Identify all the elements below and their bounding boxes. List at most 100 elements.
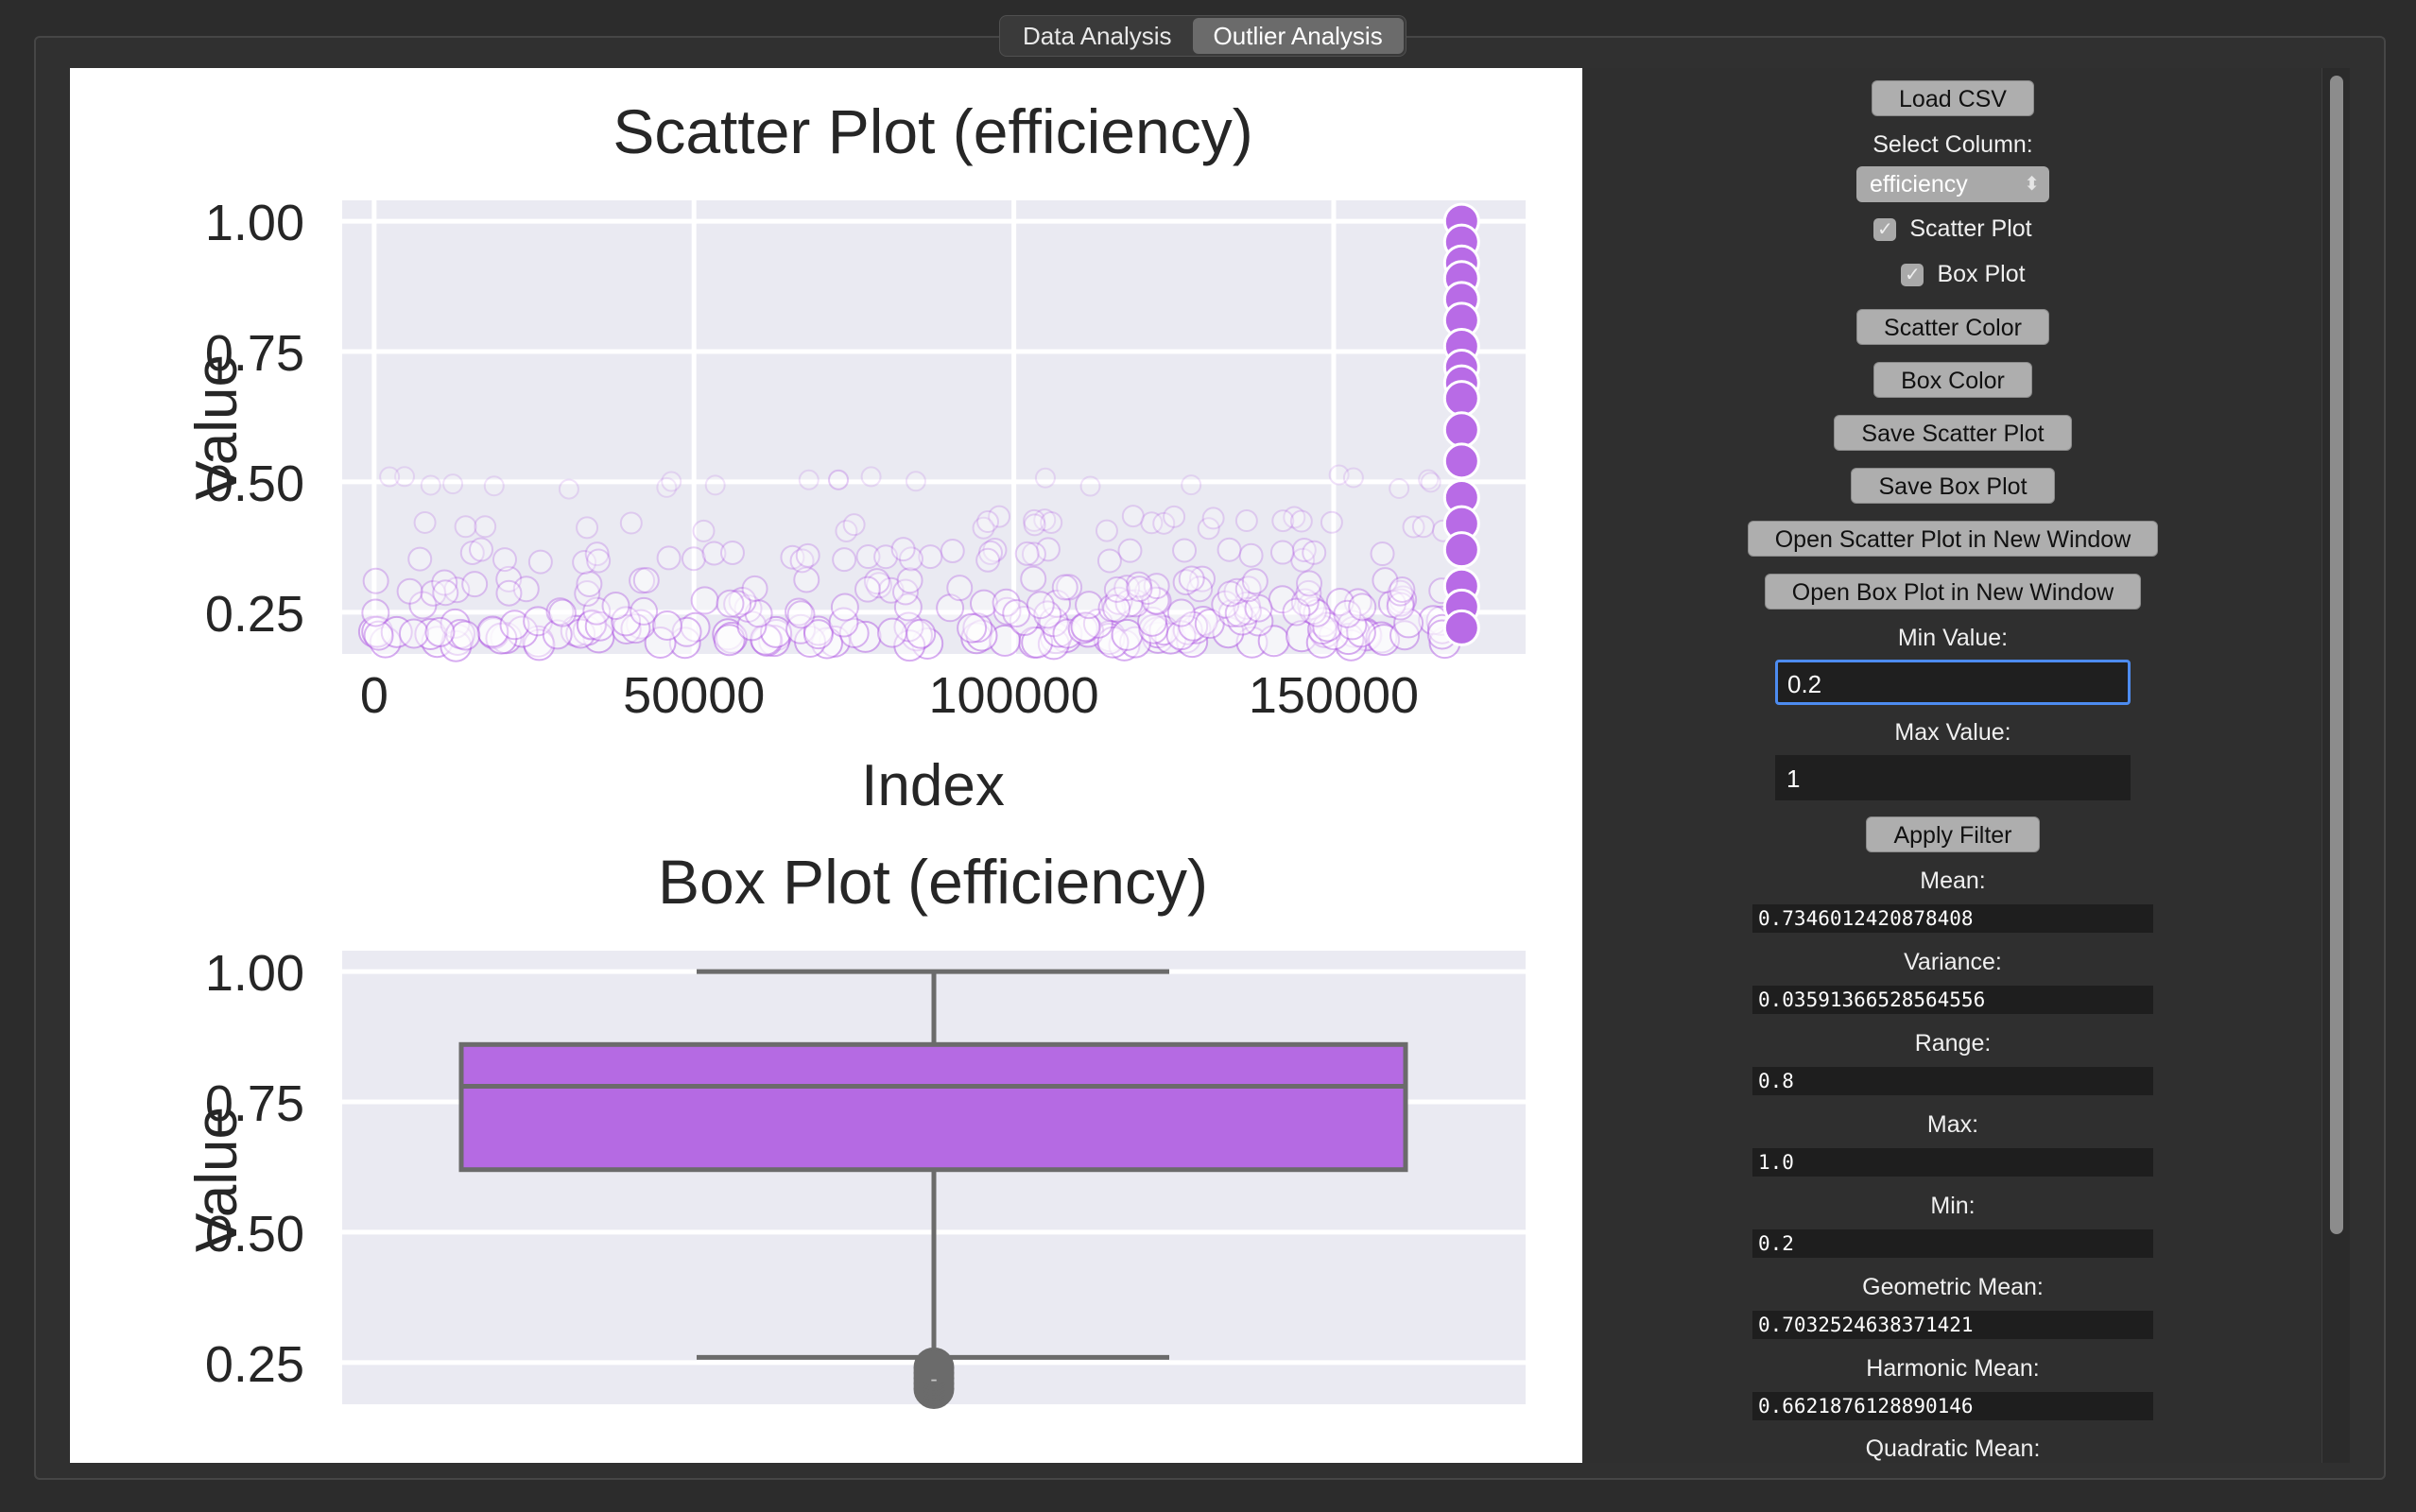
plot-canvas: Scatter Plot (efficiency) 0.25 0.50 0.75 1.… — [70, 68, 1582, 1463]
box-plot-checkbox[interactable]: ✓ Box Plot — [1901, 261, 2026, 288]
scatter-bulk-point — [379, 466, 401, 488]
scatter-bulk-point — [1096, 548, 1122, 574]
scatter-bulk-point — [1117, 538, 1143, 563]
scatter-bulk-point — [1296, 570, 1323, 597]
scatter-point — [1442, 442, 1480, 480]
scatter-bulk-point — [413, 510, 437, 534]
scatter-bulk-point — [407, 546, 433, 572]
scatter-bulk-point — [1079, 475, 1101, 497]
scatter-bulk-point — [632, 566, 660, 593]
scatter-bulk-point — [890, 537, 916, 562]
scatter-point — [1442, 531, 1480, 569]
scatter-ylabel: Value — [184, 354, 250, 500]
scatter-bulk-point — [586, 548, 612, 574]
scatter-title: Scatter Plot (efficiency) — [613, 96, 1252, 166]
scrollbar-thumb[interactable] — [2330, 76, 2343, 1234]
box-ylabel: Value — [184, 1107, 250, 1252]
tab-bar: Data Analysis Outlier Analysis — [999, 15, 1406, 57]
chevron-updown-icon: ⬍ — [2024, 174, 2040, 195]
scatter-bulk-point — [1075, 591, 1104, 620]
scatter-bulk-point — [1348, 593, 1377, 622]
scatter-bulk-point — [1002, 598, 1031, 627]
scatter-bulk-point — [454, 515, 477, 539]
scatter-bulk-point — [832, 547, 857, 573]
scatter-bulk-point — [1020, 565, 1047, 593]
scatter-bulk-point — [1023, 513, 1046, 537]
scatter-bulk-point — [876, 617, 907, 648]
load-csv-button[interactable]: Load CSV — [1872, 80, 2034, 116]
stat-label-mean: Mean: — [1920, 868, 1986, 894]
stat-label-range: Range: — [1914, 1030, 1992, 1057]
max-value-input[interactable]: 1 — [1775, 755, 2131, 800]
scatter-bulk-point — [716, 589, 745, 618]
scatter-point — [1442, 411, 1480, 449]
scatter-bulk-point — [905, 471, 926, 492]
scatter-xtick-label: 100000 — [928, 667, 1098, 724]
scatter-bulk-point — [842, 513, 866, 537]
scatter-bulk-point — [619, 511, 643, 535]
scatter-bulk-point — [1289, 509, 1313, 533]
scatter-bulk-point — [527, 549, 553, 575]
scatter-bulk-point — [432, 579, 459, 607]
scatter-bulk-point — [1389, 478, 1410, 500]
scatter-bulk-point — [661, 471, 682, 492]
stat-label-geometric-mean: Geometric Mean: — [1862, 1274, 2044, 1300]
scatter-bulk-point — [1370, 541, 1395, 567]
scatter-xtick-label: 50000 — [623, 667, 765, 724]
scatter-bulk-point — [1302, 540, 1327, 565]
scatter-bulk-point — [1389, 576, 1416, 603]
scatter-bulk-point — [946, 575, 974, 602]
min-value-input[interactable]: 0.2 — [1775, 660, 2131, 705]
scatter-bulk-point — [1178, 565, 1205, 593]
open-box-window-button[interactable]: Open Box Plot in New Window — [1764, 574, 2142, 610]
box-ytick-label: 0.25 — [205, 1336, 304, 1393]
open-scatter-window-button[interactable]: Open Scatter Plot in New Window — [1747, 521, 2159, 557]
scatter-bulk-point — [1420, 472, 1441, 493]
scatter-bulk-point — [681, 546, 706, 572]
scatter-bulk-point — [442, 473, 464, 495]
save-box-plot-button[interactable]: Save Box Plot — [1851, 468, 2055, 504]
scatter-bulk-point — [396, 577, 423, 605]
column-select[interactable]: efficiency ⬍ — [1856, 166, 2049, 202]
stat-label-variance: Variance: — [1904, 949, 2002, 975]
box-plot-checkbox-label: Box Plot — [1937, 261, 2026, 287]
scatter-bulk-point — [786, 600, 816, 629]
scatter-bulk-point — [1320, 510, 1343, 534]
scatter-bulk-point — [957, 612, 988, 644]
stat-value-range: 0.8 — [1752, 1067, 2153, 1095]
scatter-bulk-point — [1342, 467, 1364, 489]
scatter-bulk-point — [656, 545, 682, 571]
scatter-bulk-point — [398, 618, 429, 649]
scatter-bulk-point — [798, 469, 820, 490]
scatter-bulk-point — [719, 540, 745, 565]
apply-filter-button[interactable]: Apply Filter — [1866, 816, 2040, 852]
scatter-bulk-point — [1238, 542, 1264, 568]
stat-value-min: 0.2 — [1752, 1229, 2153, 1258]
scatter-plot-checkbox[interactable]: ✓ Scatter Plot — [1873, 215, 2032, 243]
scatter-bulk-point — [576, 516, 599, 540]
scatter-bulk-point — [1095, 519, 1118, 542]
scatter-bulk-point — [1269, 540, 1295, 565]
scatter-bulk-point — [1411, 515, 1435, 539]
plots-figure: Scatter Plot (efficiency) 0.250.500.751.… — [184, 96, 1526, 1409]
checkmark-icon: ✓ — [1873, 217, 1897, 241]
min-value-label: Min Value: — [1897, 625, 2009, 651]
scatter-color-button[interactable]: Scatter Color — [1856, 309, 2049, 345]
max-value-label: Max Value: — [1894, 719, 2011, 746]
scatter-bulk-point — [940, 539, 965, 564]
scatter-bulk-point — [547, 598, 577, 627]
tab-outlier-analysis[interactable]: Outlier Analysis — [1192, 18, 1404, 54]
scatter-bulk-point — [827, 469, 849, 490]
scatter-bulk-point — [1103, 576, 1130, 603]
tab-data-analysis[interactable]: Data Analysis — [1002, 18, 1193, 54]
scatter-point — [1442, 609, 1480, 646]
scatter-ytick-label: 1.00 — [205, 195, 304, 251]
scatter-bulk-point — [1201, 507, 1225, 530]
panel-scrollbar[interactable] — [2321, 68, 2350, 1463]
save-scatter-plot-button[interactable]: Save Scatter Plot — [1834, 415, 2072, 451]
scatter-xtick-label: 0 — [360, 667, 388, 724]
scatter-bulk-point — [692, 519, 716, 542]
box-color-button[interactable]: Box Color — [1873, 362, 2032, 398]
scatter-x-ticks: 0 50000 100000 150000 — [360, 667, 1419, 724]
scatter-bulk-point — [690, 586, 719, 615]
